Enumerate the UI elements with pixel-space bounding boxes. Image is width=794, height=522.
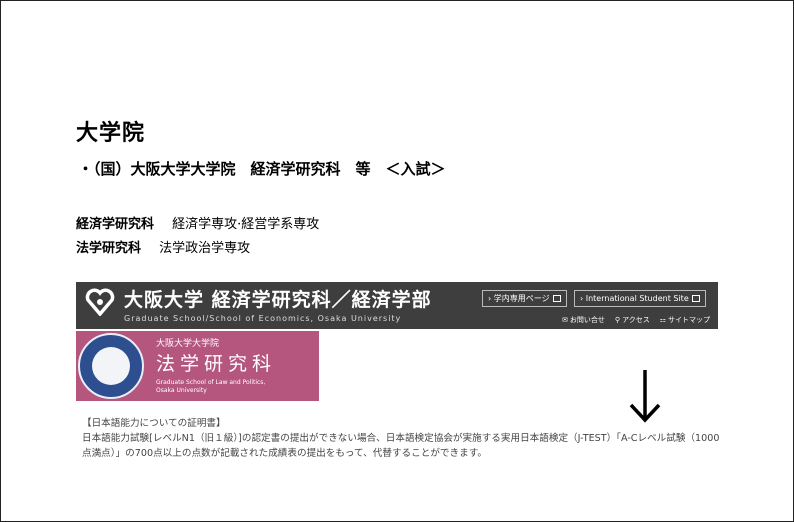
program-row-law: 法学研究科 法学政治学専攻 (76, 237, 250, 256)
law-school-banner[interactable]: 大阪大学大学院 法学研究科 Graduate School of Law and… (76, 331, 319, 401)
sitemap-icon: ⚏ (659, 316, 666, 324)
economics-banner[interactable]: 大阪大学 経済学研究科／経済学部 Graduate School/School … (76, 282, 718, 329)
japanese-proficiency-note: 【日本語能力についての証明書】 日本語能力試験[レベルN1（旧１級）]の認定書の… (82, 416, 722, 461)
osaka-university-logo-icon (85, 288, 115, 316)
mail-icon: ✉ (562, 316, 568, 324)
law-banner-english: Graduate School of Law and Politics, Osa… (156, 379, 265, 395)
law-banner-english-line1: Graduate School of Law and Politics, (156, 379, 266, 386)
note-title: 【日本語能力についての証明書】 (82, 418, 226, 429)
law-banner-english-line2: Osaka University (156, 387, 207, 394)
program-name: 経済学研究科 (76, 217, 155, 232)
access-link[interactable]: ⚲ アクセス (615, 315, 650, 325)
sitemap-link[interactable]: ⚏ サイトマップ (660, 315, 710, 325)
law-banner-title: 法学研究科 (156, 353, 277, 375)
international-site-button[interactable]: › International Student Site (574, 290, 706, 307)
seal-center (92, 347, 130, 385)
internal-page-button[interactable]: › 学内専用ページ (482, 290, 567, 307)
note-body: 日本語能力試験[レベルN1（旧１級）]の認定書の提出ができない場合、日本語検定協… (82, 433, 720, 459)
subheading: ・（国）大阪大学大学院 経済学研究科 等 ＜入試＞ (78, 160, 446, 178)
contact-link-label: お問い合せ (569, 316, 605, 324)
access-link-label: アクセス (622, 316, 650, 324)
banner-links: ✉ お問い合せ ⚲ アクセス ⚏ サイトマップ (562, 315, 710, 325)
external-link-icon (691, 295, 700, 302)
banner-title: 大阪大学 経済学研究科／経済学部 (124, 289, 432, 311)
map-pin-icon: ⚲ (614, 316, 621, 324)
program-desc: 経済学専攻·経営学系専攻 (172, 217, 320, 232)
program-row-economics: 経済学研究科 経済学専攻·経営学系専攻 (76, 213, 319, 232)
law-school-seal-icon (78, 333, 144, 399)
law-banner-university: 大阪大学大学院 (156, 339, 220, 349)
banner-subtitle: Graduate School/School of Economics, Osa… (124, 314, 402, 323)
sitemap-link-label: サイトマップ (668, 316, 710, 324)
program-name: 法学研究科 (76, 241, 142, 256)
button-label: › 学内専用ページ (488, 294, 550, 303)
external-link-icon (552, 295, 561, 302)
page-heading: 大学院 (76, 121, 146, 146)
button-label: › International Student Site (580, 294, 689, 303)
program-desc: 法学政治学専攻 (159, 241, 251, 256)
contact-link[interactable]: ✉ お問い合せ (562, 315, 605, 325)
